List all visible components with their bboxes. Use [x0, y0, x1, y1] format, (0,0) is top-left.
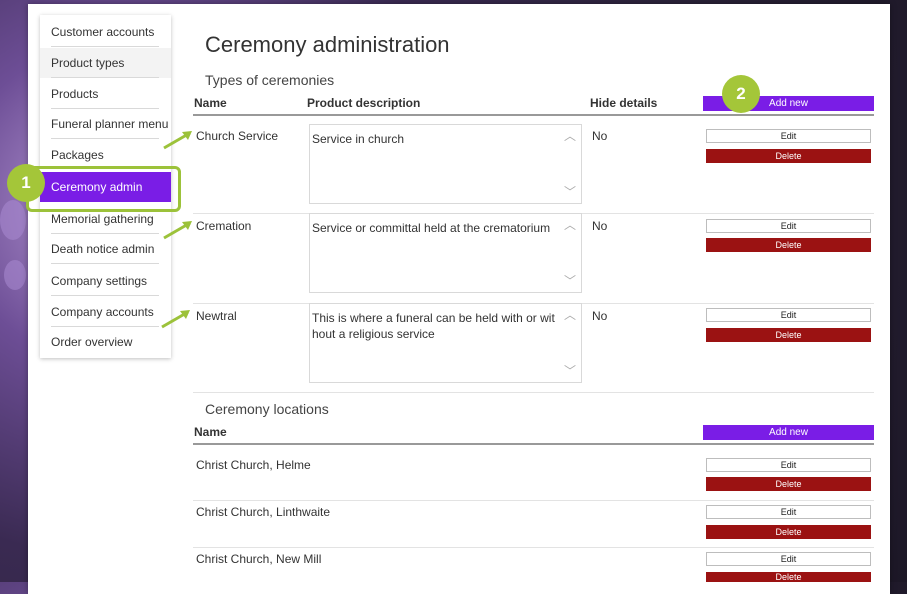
column-header-location-name: Name — [194, 425, 227, 439]
location-name: Christ Church, New Mill — [196, 552, 322, 566]
sidebar-item-company-settings[interactable]: Company settings — [40, 266, 171, 296]
location-name: Christ Church, Linthwaite — [196, 505, 331, 519]
column-header-hide-details: Hide details — [590, 96, 658, 110]
ceremony-name: Cremation — [196, 219, 252, 233]
sidebar-item-label: Company settings — [51, 274, 148, 288]
arrow-pointer-icon — [163, 221, 192, 240]
delete-button[interactable]: Delete — [706, 238, 871, 252]
sidebar-item-order-overview[interactable]: Order overview — [40, 327, 171, 357]
delete-button[interactable]: Delete — [706, 328, 871, 342]
description-textarea[interactable]: Service in church ︿ ﹀ — [309, 124, 582, 204]
scroll-down-icon[interactable]: ﹀ — [563, 275, 577, 287]
arrow-pointer-icon — [163, 131, 192, 150]
edit-button[interactable]: Edit — [706, 552, 871, 566]
sidebar-item-company-accounts[interactable]: Company accounts — [40, 297, 171, 327]
description-text: Service in church — [312, 132, 405, 146]
sidebar-item-label: Funeral planner menu — [51, 117, 169, 131]
delete-button[interactable]: Delete — [706, 477, 871, 491]
hide-details-value: No — [592, 309, 608, 323]
header-divider — [193, 114, 874, 116]
sidebar-item-label: Products — [51, 87, 99, 101]
scroll-down-icon[interactable]: ﹀ — [563, 365, 577, 377]
edit-button[interactable]: Edit — [706, 129, 871, 143]
sidebar-item-label: Customer accounts — [51, 25, 155, 39]
ceremony-name: Newtral — [196, 309, 237, 323]
sidebar-item-funeral-planner-menu[interactable]: Funeral planner menu — [40, 109, 171, 139]
row-divider — [193, 547, 874, 548]
locations-section-title: Ceremony locations — [205, 401, 329, 417]
sidebar-item-label: Memorial gathering — [51, 212, 154, 226]
callout-highlight-ring — [26, 166, 181, 212]
edit-button[interactable]: Edit — [706, 458, 871, 472]
sidebar-item-label: Death notice admin — [51, 242, 155, 256]
callout-badge-1: 1 — [7, 164, 45, 202]
callout-badge-2: 2 — [722, 75, 760, 113]
ceremony-name: Church Service — [196, 129, 279, 143]
description-text: Service or committal held at the cremato… — [312, 221, 551, 235]
delete-button[interactable]: Delete — [706, 149, 871, 163]
hide-details-value: No — [592, 219, 608, 233]
delete-button[interactable]: Delete — [706, 572, 871, 582]
hide-details-value: No — [592, 129, 608, 143]
delete-button[interactable]: Delete — [706, 525, 871, 539]
sidebar-item-product-types[interactable]: Product types — [40, 48, 171, 78]
page-title: Ceremony administration — [205, 32, 450, 57]
column-header-description: Product description — [307, 96, 421, 110]
row-divider — [193, 392, 874, 393]
background-flower — [4, 260, 26, 290]
edit-button[interactable]: Edit — [706, 219, 871, 233]
add-location-button[interactable]: Add new — [703, 425, 874, 440]
background-flower — [0, 200, 26, 240]
location-name: Christ Church, Helme — [196, 458, 311, 472]
scroll-up-icon[interactable]: ︿ — [563, 309, 577, 321]
header-divider — [193, 443, 874, 445]
scroll-up-icon[interactable]: ︿ — [563, 130, 577, 142]
sidebar-item-label: Product types — [51, 56, 125, 70]
sidebar-item-label: Packages — [51, 148, 104, 162]
sidebar-item-customer-accounts[interactable]: Customer accounts — [40, 17, 171, 47]
arrow-pointer-icon — [161, 310, 190, 329]
scroll-down-icon[interactable]: ﹀ — [563, 186, 577, 198]
row-divider — [193, 500, 874, 501]
description-textarea[interactable]: This is where a funeral can be held with… — [309, 303, 582, 383]
sidebar-item-products[interactable]: Products — [40, 79, 171, 109]
sidebar-item-label: Company accounts — [51, 305, 154, 319]
sidebar-item-death-notice-admin[interactable]: Death notice admin — [40, 234, 171, 264]
ceremonies-section-title: Types of ceremonies — [205, 72, 335, 88]
sidebar-item-label: Order overview — [51, 335, 133, 349]
column-header-name: Name — [194, 96, 227, 110]
scroll-up-icon[interactable]: ︿ — [563, 219, 577, 231]
description-text: This is where a funeral can be held with… — [312, 311, 555, 341]
edit-button[interactable]: Edit — [706, 505, 871, 519]
edit-button[interactable]: Edit — [706, 308, 871, 322]
description-textarea[interactable]: Service or committal held at the cremato… — [309, 213, 582, 293]
